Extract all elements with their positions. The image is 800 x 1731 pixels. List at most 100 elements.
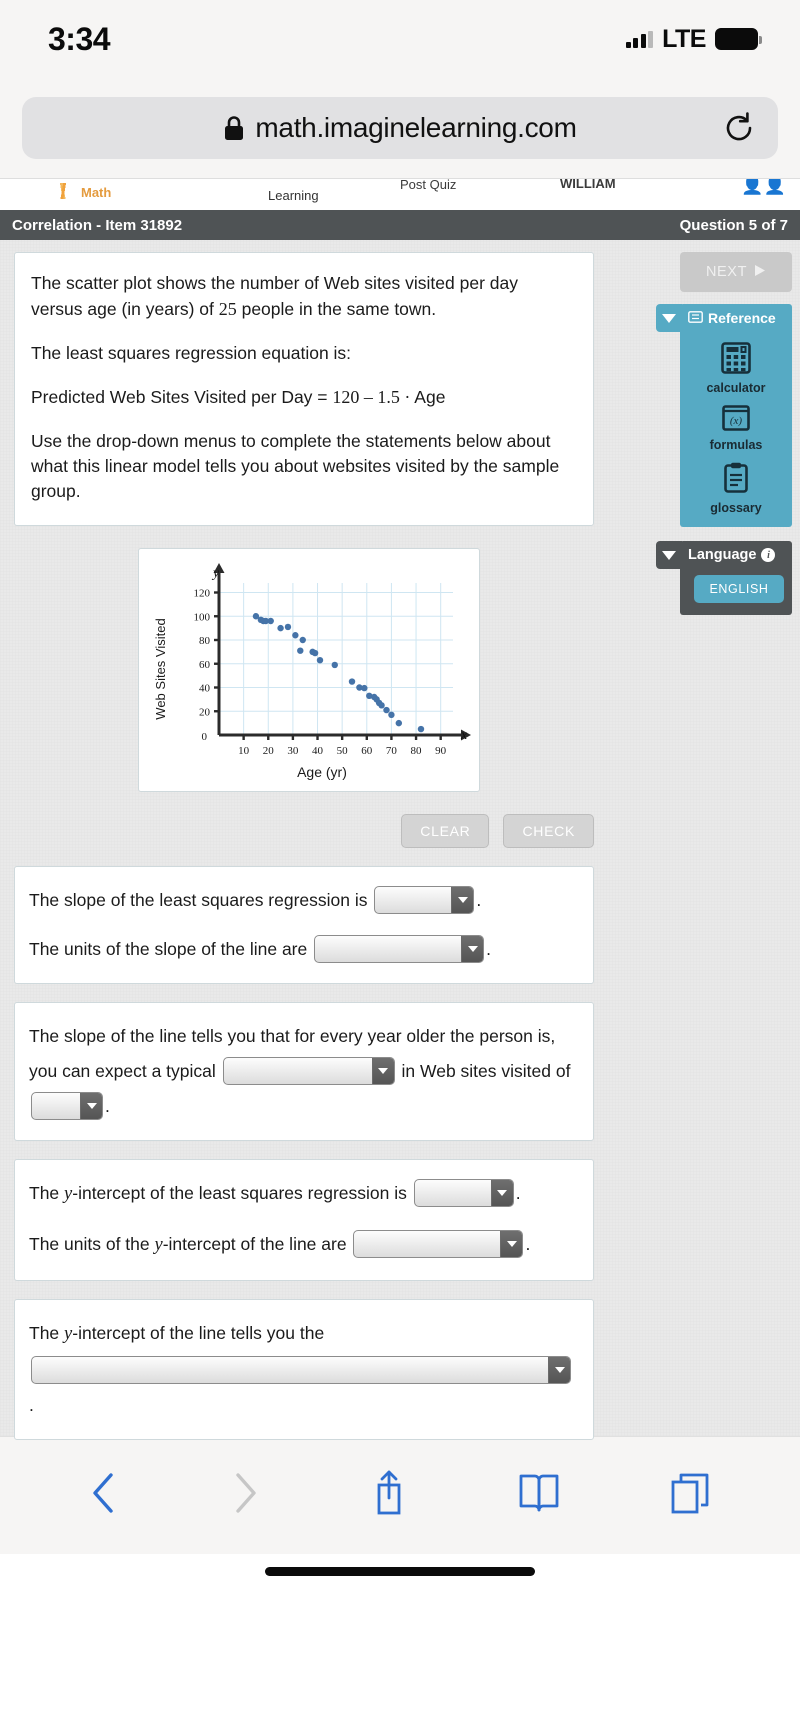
chevron-down-icon	[451, 886, 474, 913]
language-panel-label: Language	[688, 547, 757, 563]
browser-bottom-toolbar	[0, 1436, 800, 1554]
answer-line-yintercept-value: The y-intercept of the least squares reg…	[29, 1176, 575, 1213]
change-amount-dropdown[interactable]	[31, 1091, 103, 1120]
browser-url-bar-container: math.imaginelearning.com	[0, 78, 800, 178]
stem-sample-size: 25	[218, 299, 237, 320]
slope-units-text: The units of the slope of the line are	[29, 938, 308, 959]
reload-icon[interactable]	[722, 111, 756, 145]
answer-panel-yintercept-meaning: The y-intercept of the line tells you th…	[14, 1298, 594, 1440]
reference-book-icon	[688, 310, 703, 326]
language-selected-value[interactable]: ENGLISH	[694, 575, 784, 603]
chart-data-point	[378, 701, 385, 709]
chevron-down-icon	[490, 1179, 513, 1206]
tools-rail: NEXT Reference calculator (x) formulas g…	[656, 252, 792, 615]
formulas-icon: (x)	[722, 405, 750, 435]
glossary-clipboard-icon	[723, 462, 749, 498]
chart-data-point	[277, 624, 284, 631]
svg-text:(x): (x)	[730, 415, 743, 427]
check-button[interactable]: CHECK	[503, 813, 594, 848]
imagine-learning-logo-icon	[50, 183, 76, 199]
regression-variable: Age	[410, 387, 446, 408]
chart-gridlines	[219, 582, 453, 735]
question-progress: Question 5 of 7	[679, 216, 788, 234]
reference-panel: Reference calculator (x) formulas glossa…	[656, 304, 792, 527]
chart-y-tick-label: 20	[199, 706, 211, 718]
chart-y-tick-label: 0	[202, 731, 208, 743]
chart-y-tick-label: 80	[199, 635, 211, 647]
caret-down-icon	[662, 550, 676, 560]
tool-formulas-label: formulas	[709, 438, 763, 452]
regression-label: Predicted Web Sites Visited per Day =	[31, 387, 333, 408]
chart-data-point	[417, 725, 425, 732]
book-icon[interactable]	[516, 1470, 562, 1521]
share-up-arrow-icon[interactable]	[369, 1468, 409, 1523]
language-panel-header: Language i	[680, 541, 792, 569]
tool-calculator[interactable]: calculator	[680, 342, 792, 395]
question-content-area: The scatter plot shows the number of Web…	[0, 240, 800, 1440]
chart-x-tick-label: 20	[263, 745, 275, 757]
stem-paragraph-1: The scatter plot shows the number of Web…	[31, 271, 573, 323]
nav-post-quiz-label[interactable]: Post Quiz	[400, 179, 456, 192]
yintercept-meaning-dropdown[interactable]	[31, 1355, 571, 1384]
nav-learning-link[interactable]: Learning	[268, 188, 319, 203]
answer-line-slope-meaning: The slope of the line tells you that for…	[29, 1019, 575, 1124]
reference-panel-header: Reference	[680, 304, 792, 332]
answer-line-yintercept-units: The units of the y-intercept of the line…	[29, 1227, 575, 1264]
period-1: .	[476, 889, 482, 910]
yintercept-units-dropdown[interactable]	[353, 1229, 524, 1258]
address-bar[interactable]: math.imaginelearning.com	[22, 97, 778, 159]
tool-glossary[interactable]: glossary	[680, 462, 792, 515]
stem-paragraph-4: Use the drop-down menus to complete the …	[31, 430, 560, 502]
next-button[interactable]: NEXT	[680, 252, 792, 292]
play-triangle-icon	[753, 264, 766, 281]
chart-tick-labels: 0 20 40 60 80 100 120 10 20 30 40 50 60 70 80 90	[194, 587, 447, 757]
change-direction-dropdown[interactable]	[222, 1056, 395, 1085]
chart-x-symbol: x	[460, 728, 468, 743]
ios-status-bar: 3:34 LTE	[0, 0, 800, 78]
chart-data-point	[284, 623, 292, 630]
network-type-label: LTE	[662, 24, 706, 53]
chevron-left-icon[interactable]	[87, 1470, 121, 1521]
slope-value-text: The slope of the least squares regressio…	[29, 889, 368, 910]
reference-collapse-toggle[interactable]	[656, 304, 682, 332]
slope-units-dropdown[interactable]	[314, 934, 485, 963]
chevron-down-icon	[548, 1356, 570, 1383]
battery-full-icon	[715, 28, 762, 50]
chart-x-tick-label: 30	[287, 745, 299, 757]
tool-formulas[interactable]: (x) formulas	[680, 405, 792, 452]
home-indicator-area	[0, 1554, 800, 1588]
chart-x-tick-label: 60	[361, 745, 373, 757]
answer-panel-slope-meaning: The slope of the line tells you that for…	[14, 1001, 594, 1141]
app-brand[interactable]: Math	[50, 181, 111, 200]
answer-line-yintercept-meaning: The y-intercept of the line tells you th…	[29, 1316, 575, 1423]
chevron-down-icon	[500, 1230, 523, 1257]
yintercept-meaning-text-b: -intercept of the line tells you the	[72, 1322, 325, 1343]
chart-x-tick-label: 90	[435, 745, 447, 757]
regression-equation: 120 – 1.5 ·	[332, 387, 411, 408]
chart-y-axis-label: Web Sites Visited	[153, 618, 168, 719]
stem-paragraph-3: Predicted Web Sites Visited per Day = 12…	[31, 384, 573, 410]
slope-value-dropdown[interactable]	[374, 885, 475, 914]
nav-user-label[interactable]: WILLIAM	[560, 179, 616, 191]
language-collapse-toggle[interactable]	[656, 541, 682, 569]
chart-data-point	[361, 684, 368, 691]
avatars-icon[interactable]: 👤👤	[741, 179, 786, 196]
signal-bars-icon	[625, 30, 654, 48]
language-panel: Language i ENGLISH	[656, 541, 792, 615]
chart-x-tick-label: 40	[312, 745, 324, 757]
tabs-icon[interactable]	[669, 1470, 713, 1521]
period-6: .	[29, 1394, 34, 1415]
chart-data-point	[331, 661, 338, 668]
chevron-down-icon	[371, 1057, 394, 1084]
info-icon[interactable]: i	[761, 548, 776, 562]
chart-data-points	[252, 612, 425, 732]
home-indicator[interactable]	[265, 1566, 535, 1576]
period-4: .	[515, 1182, 521, 1203]
scatter-plot-svg: 0 20 40 60 80 100 120 10 20 30 40 50 60 70 80 90 Web Si…	[153, 562, 471, 780]
chart-data-point	[395, 719, 403, 726]
clear-button[interactable]: CLEAR	[401, 813, 490, 848]
lock-icon	[223, 115, 245, 142]
period-5: .	[525, 1233, 531, 1254]
item-header-bar: Correlation - Item 31892 Question 5 of 7	[0, 210, 800, 240]
yintercept-value-dropdown[interactable]	[413, 1178, 514, 1207]
